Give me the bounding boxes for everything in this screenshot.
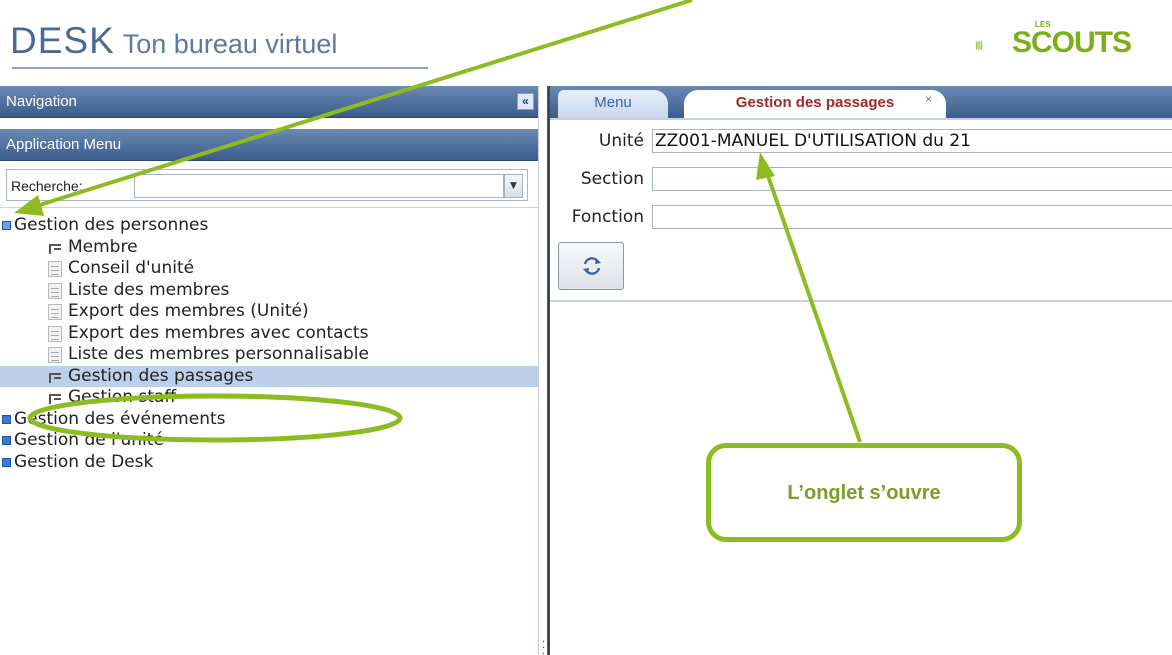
dropdown-arrow-icon[interactable]: ▼: [504, 174, 523, 198]
tree-group-label: Gestion des événements: [14, 408, 226, 429]
tree-item-export-contacts[interactable]: Export des membres avec contacts: [0, 323, 538, 345]
tab-label: Gestion des passages: [735, 94, 895, 111]
document-icon: [48, 304, 62, 320]
navigation-header: Navigation «: [0, 86, 538, 118]
unite-label: Unité: [598, 131, 644, 151]
tree-item-liste-personnalisable[interactable]: Liste des membres personnalisable: [0, 344, 538, 366]
tree-item-export-unite[interactable]: Export des membres (Unité): [0, 301, 538, 323]
tree-group-gestion-de-desk[interactable]: Gestion de Desk: [0, 452, 538, 474]
search-bar: Recherche: ▼: [6, 169, 528, 201]
fonction-field[interactable]: [652, 205, 1172, 229]
tree-item-label: Export des membres avec contacts: [68, 322, 369, 343]
unite-field[interactable]: ZZ001-MANUEL D'UTILISATION du 21: [652, 129, 1172, 153]
tree-item-label: Gestion staff: [68, 387, 177, 407]
tree-group-label: Gestion de l'unité: [14, 430, 164, 450]
collapse-panel-icon[interactable]: «: [517, 93, 534, 110]
collapsed-folder-icon[interactable]: [2, 457, 11, 467]
app-header: DESK Ton bureau virtuel LES SCOUTS: [0, 0, 1172, 80]
tab-underline: [550, 118, 1172, 120]
tab-gestion-des-passages[interactable]: Gestion des passages ×: [684, 90, 946, 118]
document-icon: [48, 282, 62, 299]
expanded-folder-icon[interactable]: [2, 221, 11, 230]
tab-label: Menu: [594, 94, 632, 111]
tree-group-label: Gestion des personnes: [14, 215, 209, 235]
tab-strip: Menu Gestion des passages ×: [550, 86, 1172, 118]
logo-scouts-text: SCOUTS: [1012, 26, 1132, 59]
tree-group-label: Gestion de Desk: [14, 451, 154, 472]
tree-item-conseil-d-unite[interactable]: Conseil d'unité: [0, 258, 538, 280]
callout-text: L’onglet s’ouvre: [787, 482, 941, 504]
splitter-grip-icon[interactable]: · · ·: [542, 638, 545, 655]
document-icon: [48, 347, 62, 363]
tree-item-gestion-staff[interactable]: Gestion staff: [0, 387, 538, 409]
collapsed-folder-icon[interactable]: [2, 436, 11, 445]
tree-item-label: Conseil d'unité: [68, 258, 195, 278]
app-tagline: Ton bureau virtuel: [122, 29, 338, 59]
tree-item-label: Export des membres (Unité): [68, 301, 309, 321]
annotation-callout: L’onglet s’ouvre: [706, 443, 1022, 542]
tree-group-gestion-de-l-unite[interactable]: Gestion de l'unité: [0, 430, 538, 452]
menu-tree: Gestion des personnes Membre Conseil d'u…: [0, 215, 538, 473]
app-name: DESK: [10, 20, 115, 61]
tree-item-gestion-des-passages[interactable]: Gestion des passages: [0, 365, 538, 387]
brand-underline: [12, 67, 428, 69]
application-menu-header[interactable]: Application Menu: [0, 129, 538, 161]
content-panel: Menu Gestion des passages × Unité ZZ001-…: [548, 86, 1172, 655]
module-icon: [48, 240, 62, 256]
brand-title: DESK Ton bureau virtuel: [10, 20, 337, 62]
fonction-label: Fonction: [571, 207, 644, 227]
tree-item-label: Gestion des passages: [68, 365, 254, 386]
collapsed-folder-icon[interactable]: [2, 414, 11, 424]
document-icon: [48, 325, 62, 342]
document-icon: [48, 261, 62, 277]
desk-window: { "header": { "app_name": "DESK", "app_t…: [0, 0, 1172, 655]
search-input[interactable]: [134, 174, 504, 198]
tree-item-membre[interactable]: Membre: [0, 237, 538, 259]
section-field[interactable]: [652, 167, 1172, 191]
tab-menu[interactable]: Menu: [558, 90, 668, 118]
module-icon: [48, 369, 62, 385]
navigation-panel: Navigation « Application Menu Recherche:…: [0, 86, 538, 655]
navigation-title: Navigation: [6, 93, 77, 110]
tree-group-gestion-des-personnes[interactable]: Gestion des personnes: [0, 215, 538, 237]
section-label: Section: [580, 169, 644, 189]
tree-item-label: Liste des membres: [68, 279, 230, 300]
refresh-icon: [583, 257, 601, 275]
tree-item-label: Liste des membres personnalisable: [68, 344, 369, 364]
tree-item-label: Membre: [68, 236, 138, 257]
scouts-logo-figures-icon: [975, 40, 983, 50]
search-label: Recherche:: [11, 178, 83, 194]
content-divider: [550, 300, 1172, 302]
close-tab-icon[interactable]: ×: [925, 86, 932, 112]
tree-group-gestion-des-evenements[interactable]: Gestion des événements: [0, 409, 538, 431]
refresh-button[interactable]: [558, 242, 624, 290]
panel-splitter[interactable]: · · ·: [538, 86, 548, 655]
tree-divider: [0, 207, 538, 208]
application-menu-title: Application Menu: [6, 136, 122, 153]
tree-item-liste-des-membres[interactable]: Liste des membres: [0, 280, 538, 302]
module-icon: [48, 390, 62, 406]
